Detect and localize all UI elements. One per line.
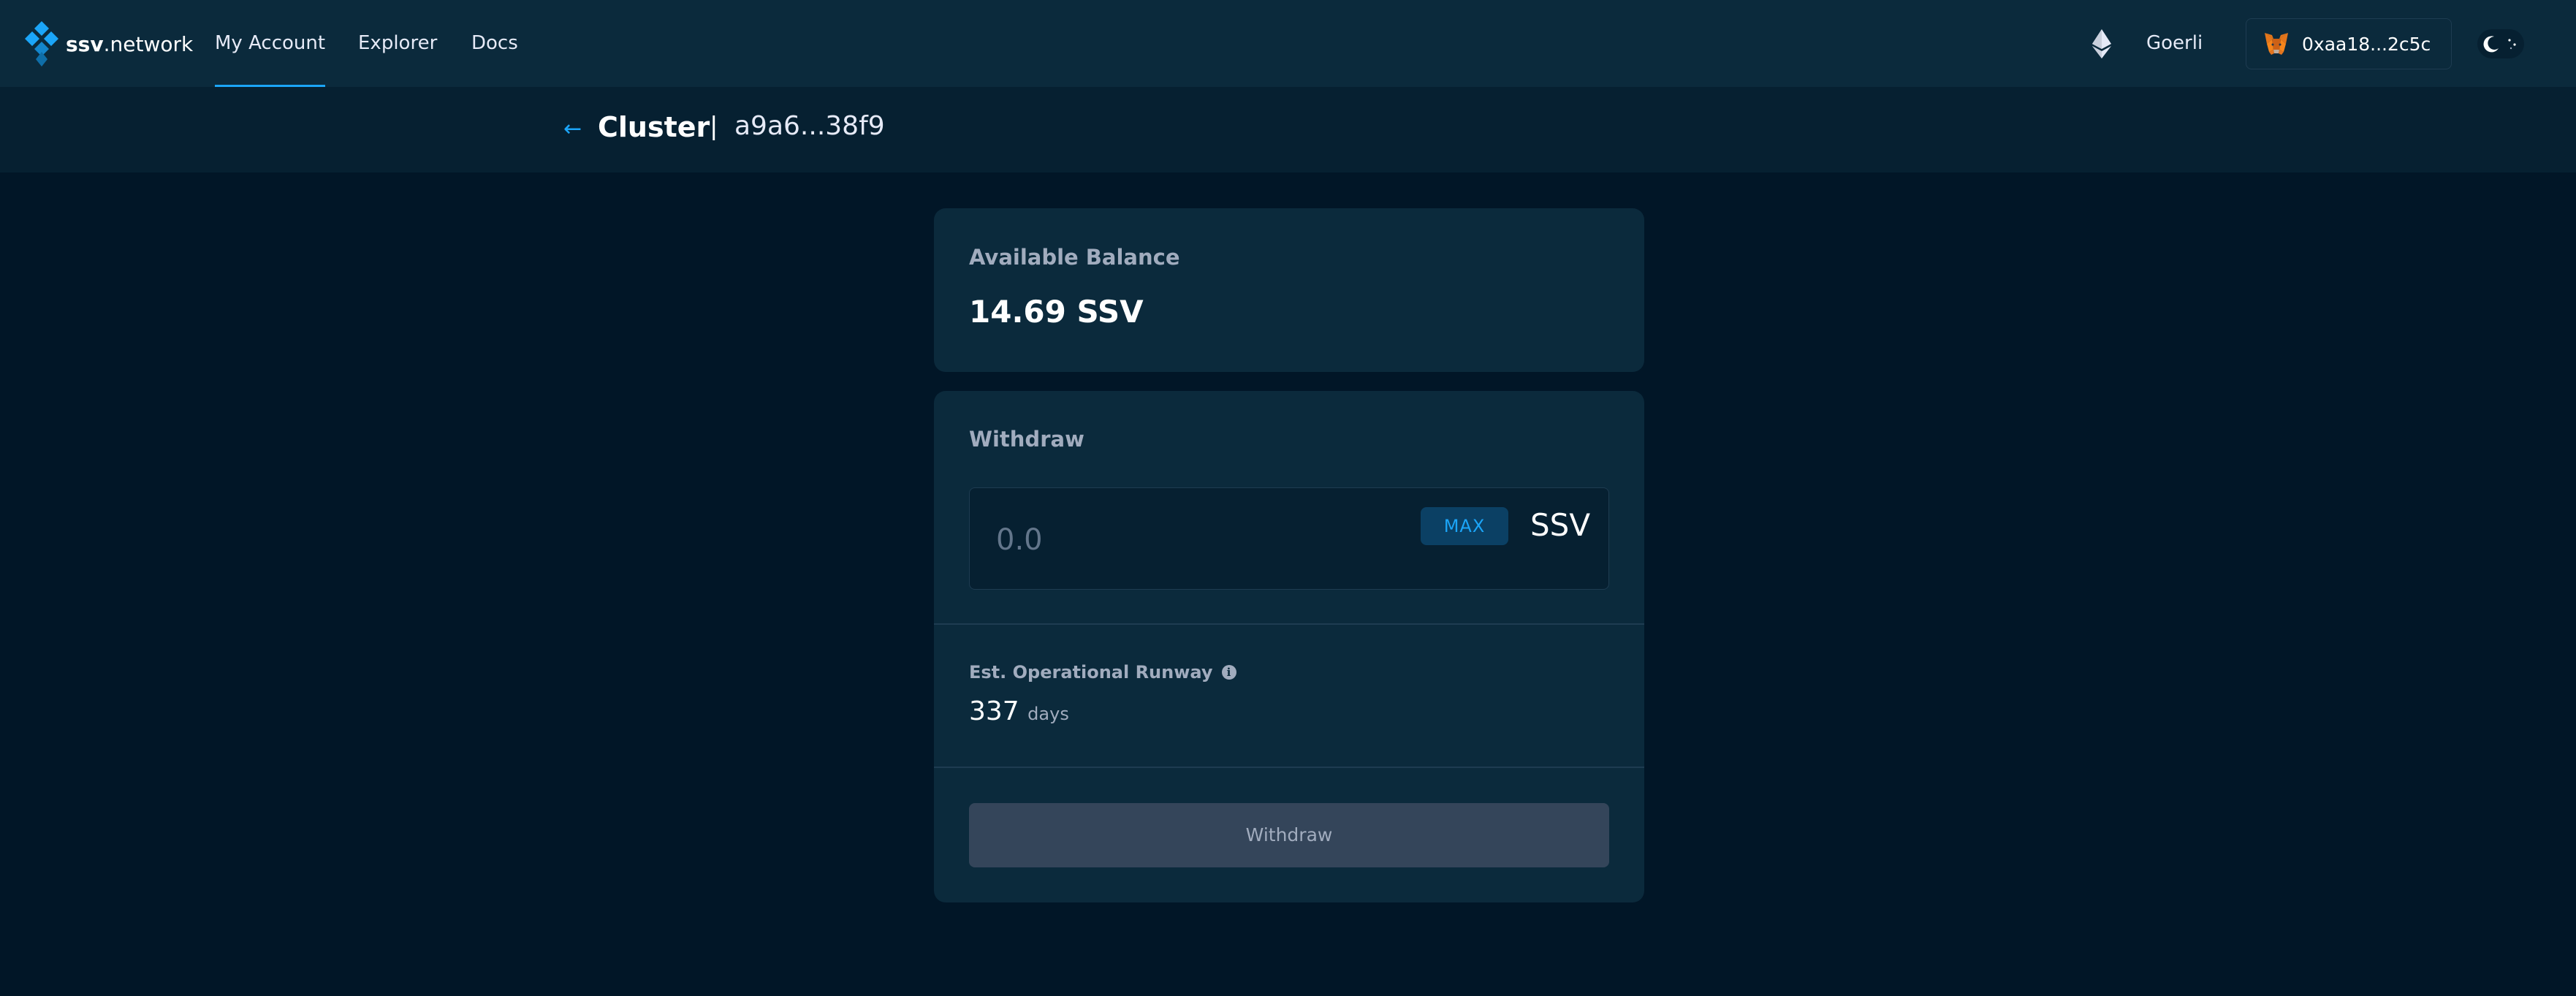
runway-label: Est. Operational Runway i bbox=[969, 662, 1236, 683]
runway-value: 337 days bbox=[969, 696, 1069, 726]
divider bbox=[934, 623, 1644, 625]
runway-unit: days bbox=[1027, 704, 1069, 724]
amount-unit: SSV bbox=[1530, 507, 1591, 543]
withdraw-button[interactable]: Withdraw bbox=[969, 803, 1609, 867]
logo-text-rest: .network bbox=[103, 31, 194, 56]
metamask-fox-icon bbox=[2265, 33, 2288, 55]
network-selector[interactable]: Goerli bbox=[2146, 0, 2203, 87]
max-button[interactable]: MAX bbox=[1421, 507, 1508, 545]
nav-link-my-account[interactable]: My Account bbox=[215, 0, 326, 87]
runway-number: 337 bbox=[969, 696, 1019, 726]
info-icon[interactable]: i bbox=[1221, 665, 1236, 680]
stars-icon bbox=[2508, 39, 2516, 50]
page-title: Cluster bbox=[598, 111, 710, 143]
wallet-button[interactable]: 0xaa18...2c5c bbox=[2246, 18, 2452, 69]
back-arrow-icon[interactable]: ← bbox=[563, 116, 582, 142]
ssv-logo[interactable]: ssv.network bbox=[25, 20, 193, 67]
amount-field: MAX SSV bbox=[969, 487, 1609, 590]
runway-label-text: Est. Operational Runway bbox=[969, 662, 1213, 683]
logo-text-bold: ssv bbox=[66, 31, 104, 56]
cluster-header: ← Cluster | a9a6...38f9 bbox=[0, 87, 2576, 172]
theme-toggle[interactable] bbox=[2477, 29, 2524, 58]
title-separator: | bbox=[710, 112, 718, 141]
logo-text: ssv.network bbox=[66, 32, 193, 56]
top-navigation: ssv.network My Account Explorer Docs Goe… bbox=[0, 0, 2576, 88]
withdraw-card: Withdraw MAX SSV Est. Operational Runway… bbox=[934, 391, 1644, 902]
divider bbox=[934, 767, 1644, 768]
wallet-address: 0xaa18...2c5c bbox=[2302, 33, 2431, 55]
moon-icon bbox=[2483, 36, 2499, 53]
nav-link-explorer[interactable]: Explorer bbox=[358, 0, 437, 87]
withdraw-title: Withdraw bbox=[969, 427, 1084, 452]
ethereum-icon bbox=[2092, 29, 2111, 58]
balance-value: 14.69 SSV bbox=[969, 294, 1144, 330]
nav-link-docs[interactable]: Docs bbox=[471, 0, 518, 87]
balance-label: Available Balance bbox=[969, 245, 1180, 270]
ssv-diamond-logo-icon bbox=[25, 21, 58, 66]
amount-input[interactable] bbox=[995, 510, 1392, 570]
balance-card: Available Balance 14.69 SSV bbox=[934, 208, 1644, 372]
cluster-id: a9a6...38f9 bbox=[734, 111, 885, 141]
